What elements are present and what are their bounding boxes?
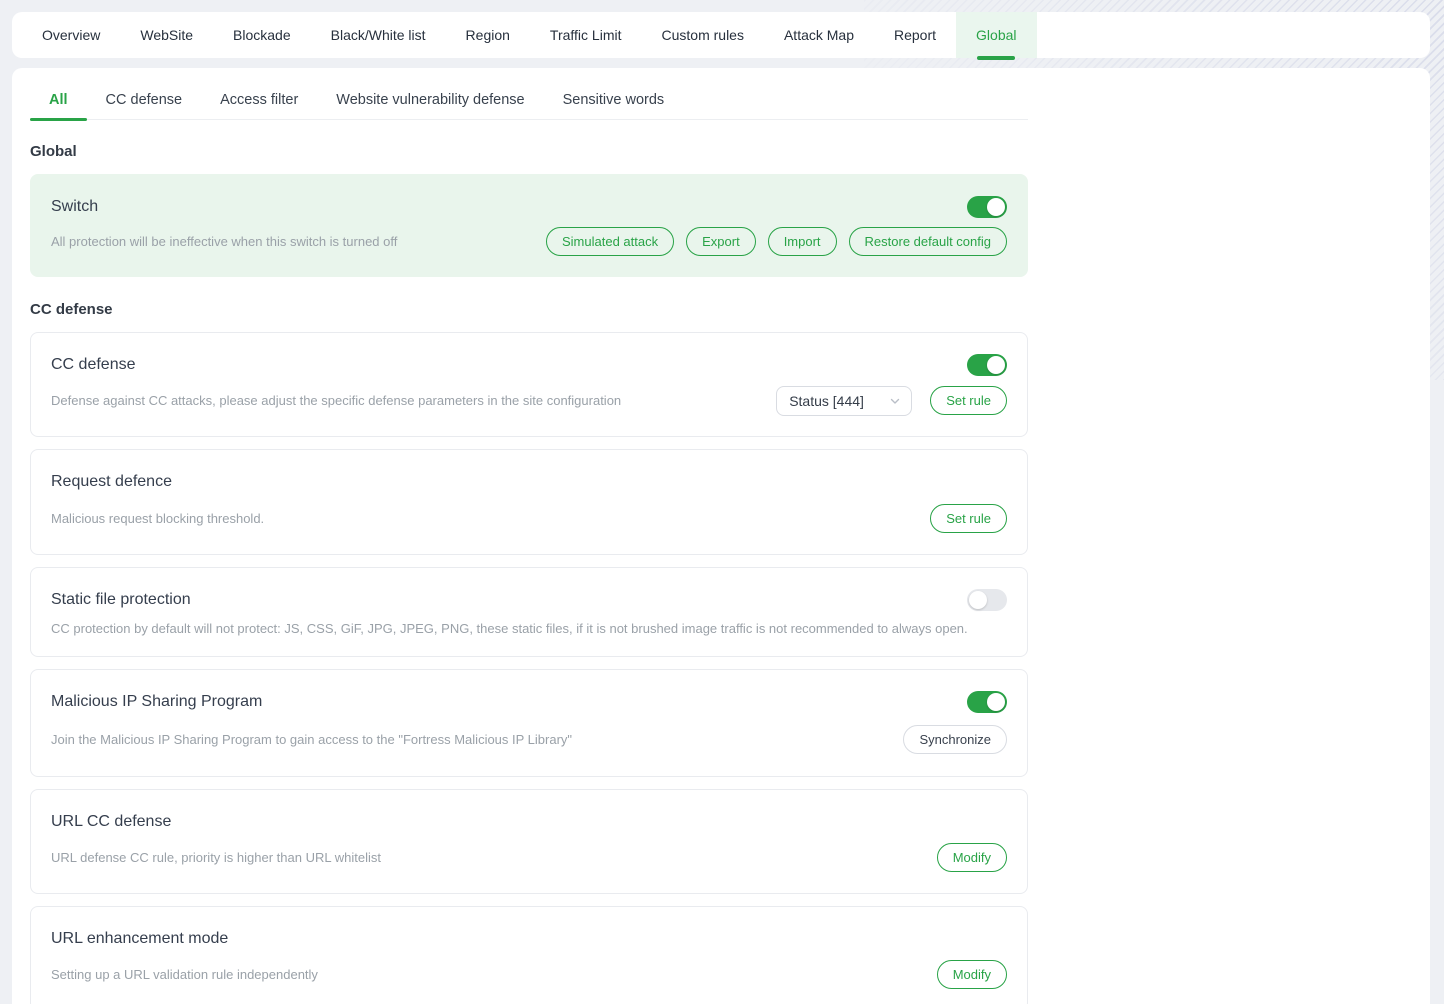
nav-tab-label: Custom rules [662,27,744,43]
import-button[interactable]: Import [768,227,837,256]
status-dropdown[interactable]: Status [444] [776,386,912,416]
cc-defense-card-description: Defense against CC attacks, please adjus… [51,393,621,408]
url-enhancement-mode-card-title: URL enhancement mode [51,930,228,948]
synchronize-button[interactable]: Synchronize [903,725,1007,754]
cc-defense-card: CC defense Defense against CC attacks, p… [30,332,1028,437]
nav-tab-label: Traffic Limit [550,27,622,43]
url-cc-defense-card: URL CC defense URL defense CC rule, prio… [30,789,1028,894]
static-file-protection-toggle[interactable] [967,589,1007,611]
url-enhancement-mode-card-description: Setting up a URL validation rule indepen… [51,967,318,982]
subtab-label: Website vulnerability defense [336,92,524,108]
url-cc-defense-card-description: URL defense CC rule, priority is higher … [51,850,381,865]
subtab-sensitive-words[interactable]: Sensitive words [544,80,684,119]
request-defence-card-description: Malicious request blocking threshold. [51,511,264,526]
nav-tab-website[interactable]: WebSite [120,12,213,58]
url-enhancement-mode-card-actions: Modify [937,960,1007,989]
subtab-all[interactable]: All [30,80,87,119]
content-column: All CC defense Access filter Website vul… [30,80,1028,1004]
nav-tab-label: Overview [42,27,100,43]
cc-defense-card-actions: Status [444] Set rule [776,386,1007,416]
nav-tab-label: Region [466,27,510,43]
subtab-access-filter[interactable]: Access filter [201,80,317,119]
cc-defense-toggle[interactable] [967,354,1007,376]
nav-tab-label: Report [894,27,936,43]
content-panel: All CC defense Access filter Website vul… [12,68,1430,1004]
cc-defense-set-rule-button[interactable]: Set rule [930,386,1007,415]
nav-tab-label: Global [976,27,1016,43]
url-enhancement-mode-modify-button[interactable]: Modify [937,960,1007,989]
toggle-knob [987,198,1005,216]
subtab-label: Sensitive words [563,92,665,108]
request-defence-set-rule-button[interactable]: Set rule [930,504,1007,533]
subtab-label: Access filter [220,92,298,108]
request-defence-card: Request defence Malicious request blocki… [30,449,1028,555]
malicious-ip-sharing-card: Malicious IP Sharing Program Join the Ma… [30,669,1028,777]
subtab-website-vulnerability-defense[interactable]: Website vulnerability defense [317,80,543,119]
nav-tab-custom-rules[interactable]: Custom rules [642,12,764,58]
malicious-ip-sharing-card-title: Malicious IP Sharing Program [51,693,262,711]
section-heading-global: Global [30,143,1028,160]
global-switch-toggle[interactable] [967,196,1007,218]
cc-defense-card-title: CC defense [51,356,136,374]
chevron-down-icon [889,395,901,407]
subtab-cc-defense[interactable]: CC defense [87,80,202,119]
url-cc-defense-card-title: URL CC defense [51,813,171,831]
active-subtab-underline [30,118,87,121]
subtab-label: CC defense [106,92,183,108]
switch-card-actions: Simulated attack Export Import Restore d… [546,227,1007,256]
switch-card-title: Switch [51,198,98,216]
subtab-label: All [49,92,68,108]
switch-card-description: All protection will be ineffective when … [51,234,397,249]
restore-default-config-button[interactable]: Restore default config [849,227,1007,256]
nav-tab-label: Black/White list [331,27,426,43]
nav-tab-black-white-list[interactable]: Black/White list [311,12,446,58]
static-file-protection-card-description: CC protection by default will not protec… [51,621,968,636]
nav-tab-attack-map[interactable]: Attack Map [764,12,874,58]
toggle-knob [987,356,1005,374]
status-dropdown-value: Status [444] [789,393,864,409]
url-cc-defense-modify-button[interactable]: Modify [937,843,1007,872]
toggle-knob [969,591,987,609]
subtab-bar: All CC defense Access filter Website vul… [30,80,1028,120]
nav-tab-region[interactable]: Region [446,12,530,58]
simulated-attack-button[interactable]: Simulated attack [546,227,674,256]
nav-tab-blockade[interactable]: Blockade [213,12,311,58]
switch-card: Switch All protection will be ineffectiv… [30,174,1028,277]
malicious-ip-sharing-card-description: Join the Malicious IP Sharing Program to… [51,732,572,747]
active-tab-underline [977,56,1015,60]
url-enhancement-mode-card: URL enhancement mode Setting up a URL va… [30,906,1028,1004]
url-cc-defense-card-actions: Modify [937,843,1007,872]
malicious-ip-sharing-toggle[interactable] [967,691,1007,713]
static-file-protection-card-title: Static file protection [51,591,191,609]
nav-tab-report[interactable]: Report [874,12,956,58]
section-heading-cc-defense: CC defense [30,301,1028,318]
nav-tab-label: Blockade [233,27,291,43]
nav-tab-global[interactable]: Global [956,12,1036,58]
nav-tab-overview[interactable]: Overview [22,12,120,58]
export-button[interactable]: Export [686,227,756,256]
toggle-knob [987,693,1005,711]
request-defence-card-actions: Set rule [930,504,1007,533]
nav-tab-label: Attack Map [784,27,854,43]
malicious-ip-sharing-card-actions: Synchronize [903,725,1007,754]
nav-tab-traffic-limit[interactable]: Traffic Limit [530,12,642,58]
nav-tab-label: WebSite [140,27,193,43]
top-navigation: Overview WebSite Blockade Black/White li… [12,12,1430,58]
static-file-protection-card: Static file protection CC protection by … [30,567,1028,657]
request-defence-card-title: Request defence [51,473,172,491]
